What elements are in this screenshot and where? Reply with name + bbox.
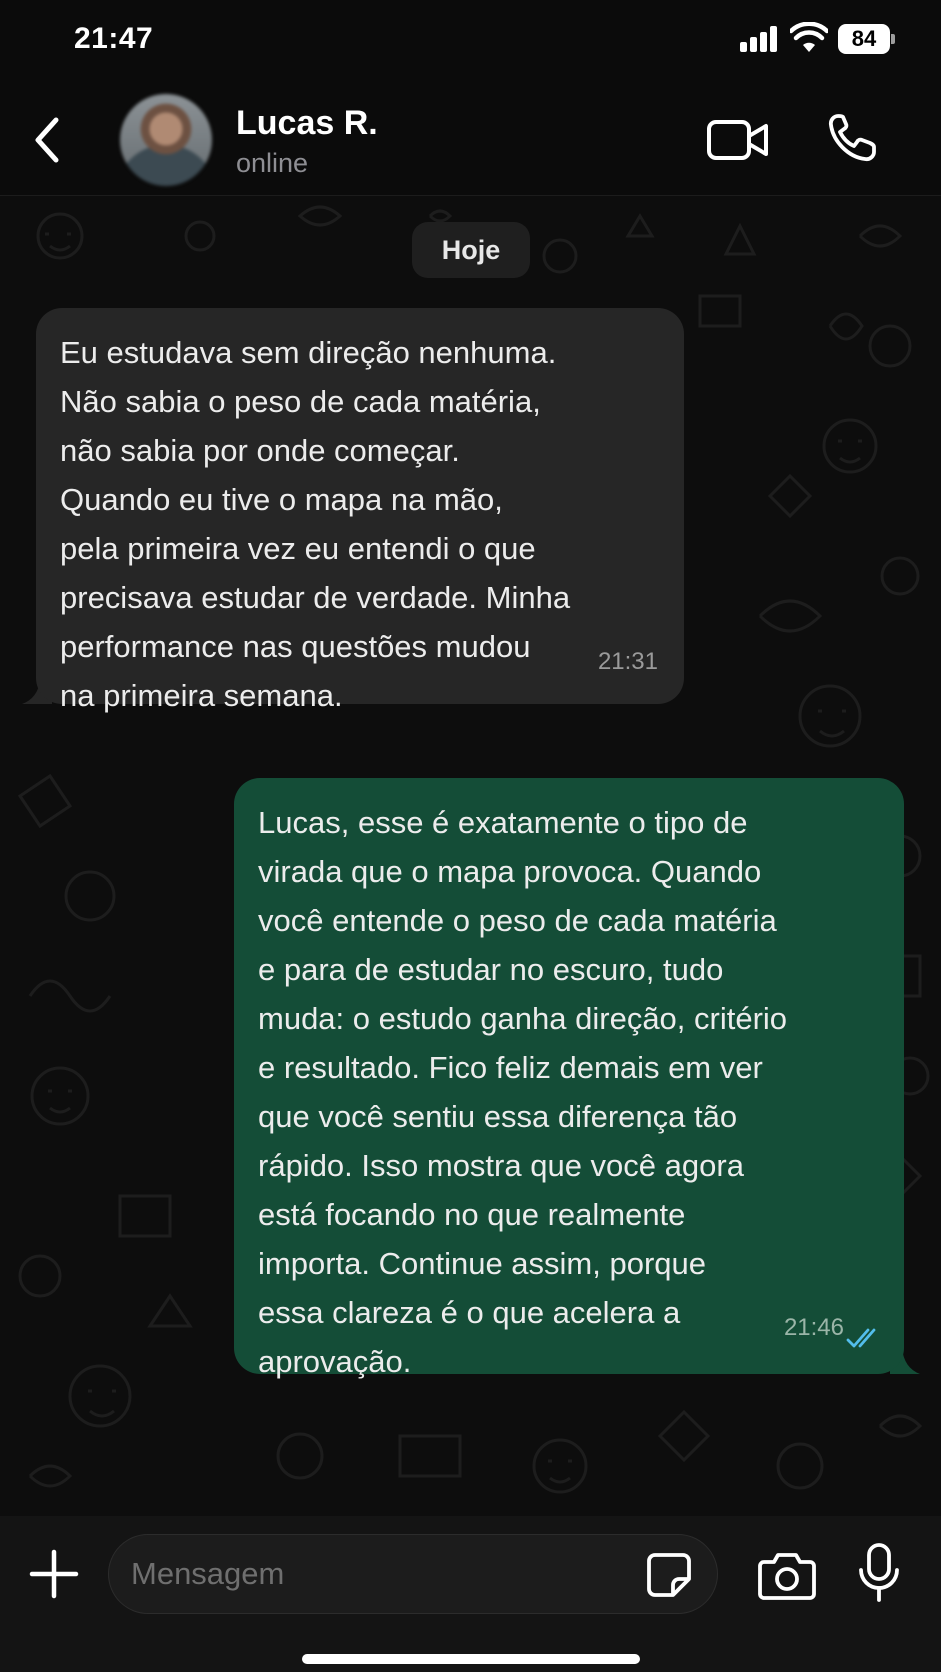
message-line: pela primeira vez eu entendi o que — [60, 531, 536, 566]
message-line: importa. Continue assim, porque — [258, 1246, 707, 1281]
back-arrow-icon[interactable] — [26, 110, 76, 170]
message-input[interactable] — [131, 1535, 611, 1613]
double-check-icon — [846, 1328, 876, 1348]
message-line: rápido. Isso mostra que você agora — [258, 1148, 744, 1183]
battery-level: 84 — [838, 24, 890, 54]
home-indicator — [302, 1654, 640, 1664]
chat-area[interactable]: Hoje Eu estudava sem direção nenhuma. Nã… — [0, 196, 941, 1516]
outgoing-message-bubble[interactable]: Lucas, esse é exatamente o tipo de virad… — [234, 778, 904, 1379]
wifi-icon — [790, 22, 828, 52]
camera-icon[interactable] — [758, 1550, 816, 1600]
video-camera-icon[interactable] — [706, 114, 770, 166]
message-line: Eu estudava sem direção nenhuma. — [60, 335, 557, 370]
battery-icon: 84 — [838, 24, 895, 54]
phone-icon[interactable] — [824, 110, 880, 166]
message-line: que você sentiu essa diferença tão — [258, 1099, 738, 1134]
message-line: e resultado. Fico feliz demais em ver — [258, 1050, 763, 1085]
message-line: virada que o mapa provoca. Quando — [258, 854, 762, 889]
message-line: está focando no que realmente — [258, 1197, 686, 1232]
microphone-icon[interactable] — [856, 1542, 902, 1604]
sticker-icon[interactable] — [645, 1551, 693, 1599]
plus-icon[interactable] — [28, 1548, 80, 1600]
cellular-signal-icon — [740, 26, 782, 52]
message-line: Lucas, esse é exatamente o tipo de — [258, 805, 748, 840]
message-line: performance nas questões mudou — [60, 629, 531, 664]
message-line: Quando eu tive o mapa na mão, — [60, 482, 503, 517]
message-line: você entende o peso de cada matéria — [258, 903, 777, 938]
incoming-message-bubble[interactable]: Eu estudava sem direção nenhuma. Não sab… — [36, 308, 684, 713]
message-timestamp: 21:46 — [783, 1314, 844, 1341]
contact-name[interactable]: Lucas R. — [236, 104, 378, 143]
message-input-container[interactable] — [108, 1534, 718, 1614]
status-bar: 21:47 84 — [0, 0, 941, 84]
message-line: Não sabia o peso de cada matéria, — [60, 384, 541, 419]
message-line: e para de estudar no escuro, tudo — [258, 952, 724, 987]
contact-avatar[interactable] — [120, 94, 212, 186]
contact-status: online — [236, 148, 309, 178]
chat-header: Lucas R. online — [0, 84, 941, 196]
message-timestamp: 21:31 — [597, 648, 658, 675]
message-line: precisava estudar de verdade. Minha — [60, 580, 571, 615]
status-time: 21:47 — [74, 22, 154, 55]
message-line: não sabia por onde começar. — [60, 433, 460, 468]
message-line: muda: o estudo ganha direção, critério — [258, 1001, 788, 1036]
message-line: na primeira semana. — [60, 678, 343, 713]
date-separator: Hoje — [412, 222, 530, 278]
message-composer — [0, 1516, 941, 1672]
